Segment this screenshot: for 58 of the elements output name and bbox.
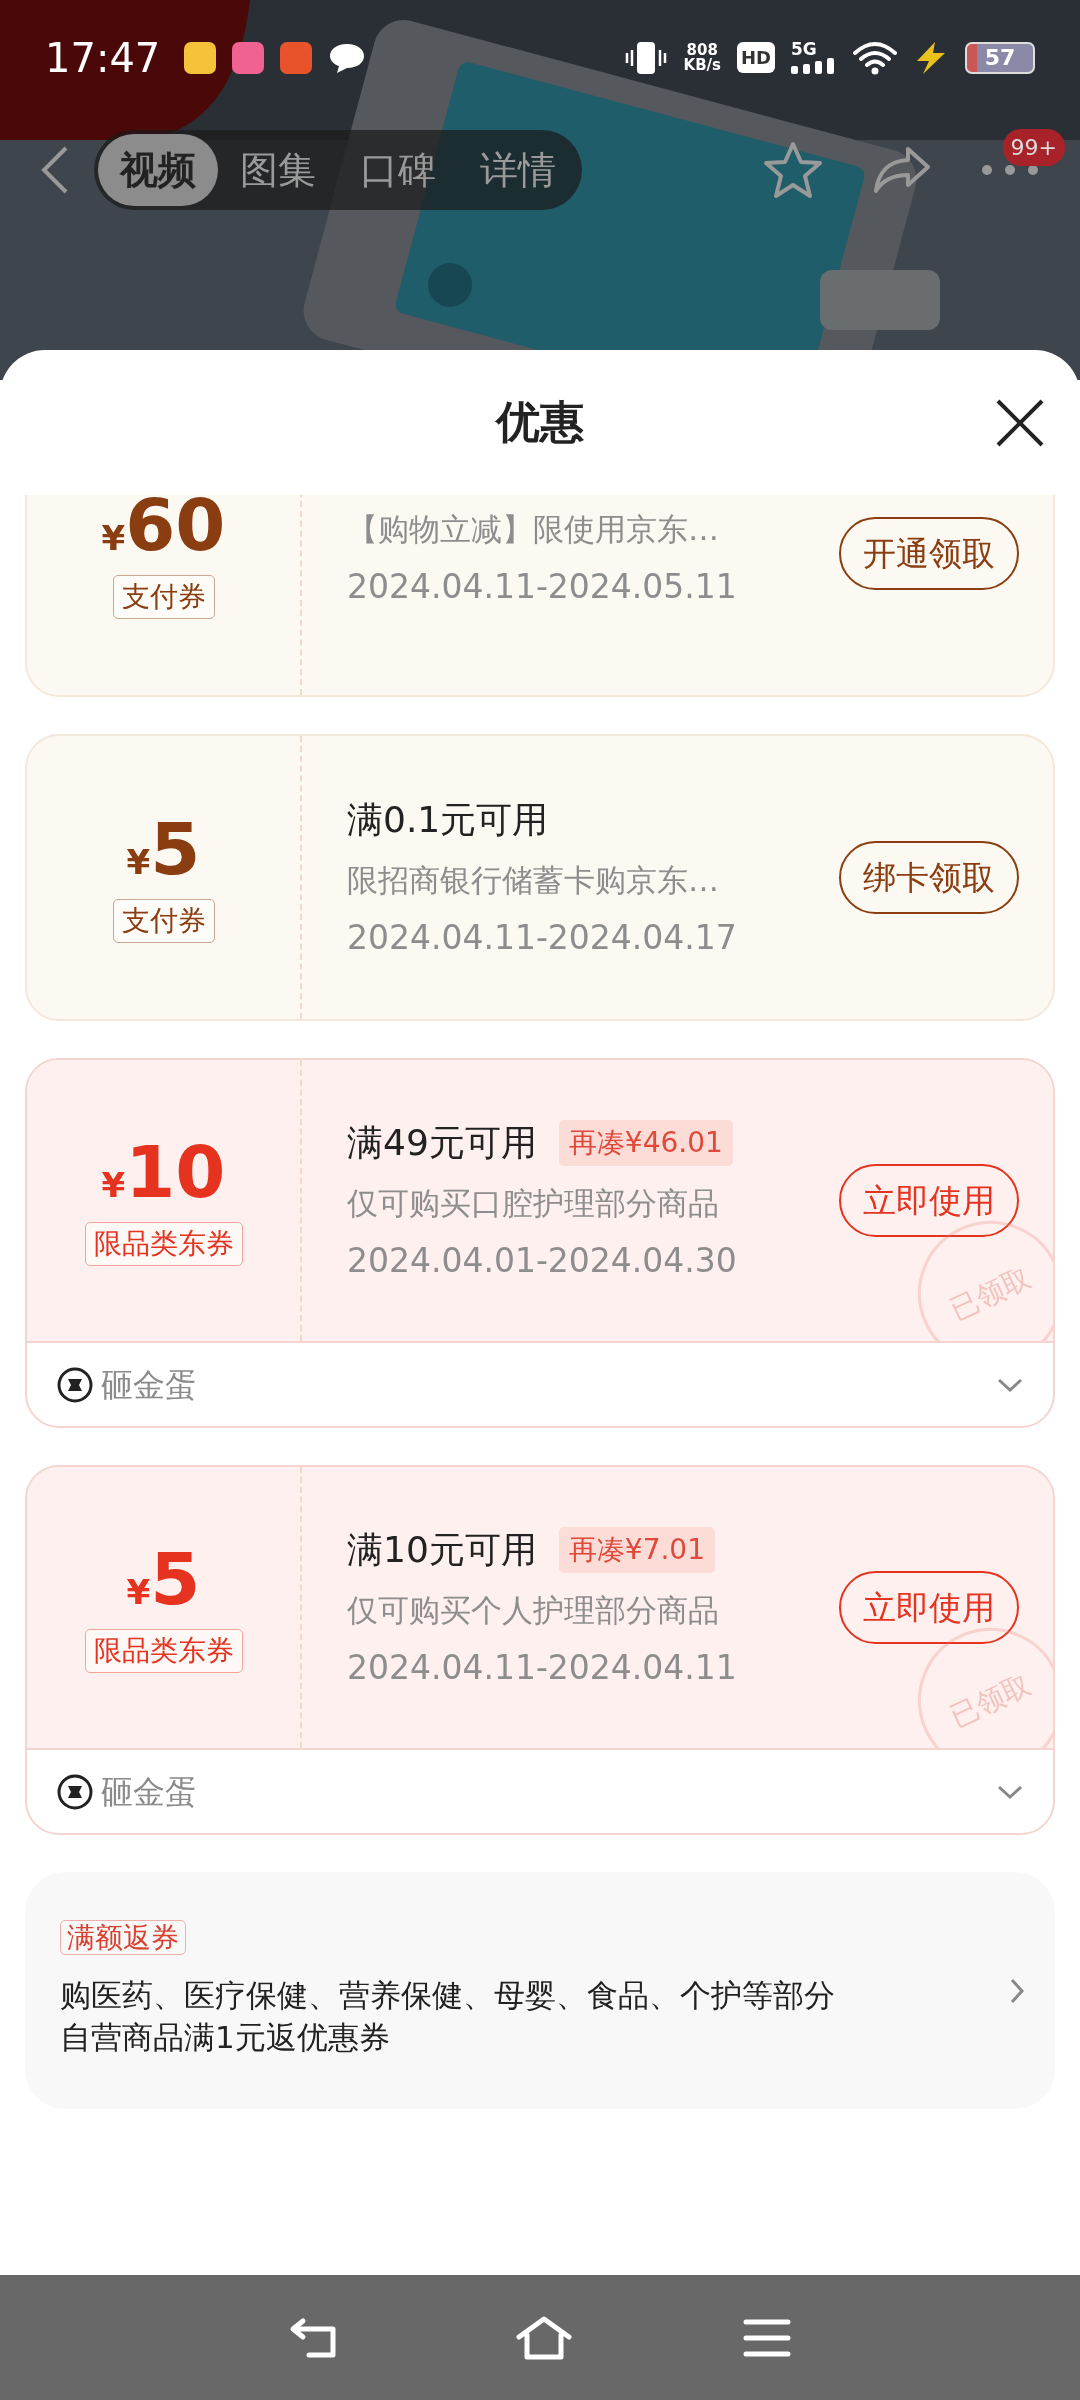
claim-button[interactable]: 开通领取 (839, 516, 1019, 591)
back-icon[interactable] (40, 145, 70, 195)
network-speed: 808 (686, 42, 718, 58)
tab[interactable]: 口碑 (338, 134, 458, 206)
coupon-type-tag: 限品类东券 (84, 1221, 243, 1266)
home-icon[interactable] (515, 2314, 573, 2361)
claim-button[interactable]: 立即使用 (839, 1163, 1019, 1238)
validity-dates: 2024.04.11-2024.04.17 (347, 917, 738, 959)
coupon-description: 限招商银行储蓄卡购京东… (347, 860, 720, 900)
sheet-title: 优惠 (496, 396, 584, 449)
share-icon[interactable] (872, 145, 932, 195)
coupon-condition: 满49元可用 (347, 1120, 537, 1165)
app-icon[interactable] (184, 41, 217, 74)
coupon-type-tag: 限品类东券 (84, 1628, 243, 1673)
coupon-description: 仅可购买口腔护理部分商品 (347, 1183, 720, 1223)
signal-icon (791, 58, 837, 74)
app-icon[interactable] (232, 41, 265, 74)
battery-percent: 57 (984, 44, 1016, 72)
ticket-icon (57, 1773, 93, 1810)
close-button[interactable] (995, 397, 1045, 448)
wifi-icon (853, 40, 897, 75)
ticket-icon (57, 1366, 93, 1403)
vibrate-icon (623, 39, 668, 76)
coupon-type-tag: 支付券 (112, 574, 215, 619)
claim-button[interactable]: 绑卡领取 (839, 840, 1019, 915)
promo-tag: 满额返券 (60, 1920, 186, 1955)
hd-badge: HD (737, 42, 775, 73)
tab[interactable]: 视频 (98, 134, 218, 206)
activity-label: 砸金蛋 (101, 1771, 197, 1813)
coupon-amount: ¥5 (126, 1542, 201, 1615)
coupon-condition: 满10元可用 (347, 1527, 537, 1572)
network-type: 5G (791, 41, 818, 58)
coupon-description: 【购物立减】限使用京东… (347, 509, 720, 549)
coupon-amount: ¥5 (126, 812, 201, 885)
shortfall-tag: 再凑¥46.01 (558, 1119, 733, 1166)
validity-dates: 2024.04.11-2024.05.11 (347, 566, 738, 608)
promo-text: 购医药、医疗保健、营养保健、母婴、食品、个护等部分自营商品满1元返优惠券 (60, 1976, 836, 2057)
clock: 17:47 (45, 33, 161, 83)
validity-dates: 2024.04.01-2024.04.30 (347, 1240, 738, 1282)
chevron-down-icon[interactable] (997, 1376, 1023, 1393)
chevron-right-icon[interactable] (1009, 1977, 1025, 2005)
coupon-condition: 满0.1元可用 (347, 797, 549, 842)
menu-icon[interactable] (743, 2317, 791, 2358)
tab[interactable]: 图集 (218, 134, 338, 206)
coupon-amount: ¥10 (101, 1135, 226, 1208)
coupon-description: 仅可购买个人护理部分商品 (347, 1590, 720, 1630)
validity-dates: 2024.04.11-2024.04.11 (347, 1647, 738, 1689)
claim-button[interactable]: 立即使用 (839, 1570, 1019, 1645)
speed-unit: KB/s (683, 57, 721, 73)
coupon-amount: ¥60 (101, 495, 226, 561)
tab[interactable]: 详情 (458, 134, 578, 206)
chat-icon[interactable] (328, 41, 367, 74)
more-icon[interactable] (980, 163, 1040, 177)
star-icon[interactable] (762, 140, 824, 200)
activity-label: 砸金蛋 (101, 1364, 197, 1406)
coupon-type-tag: 支付券 (112, 898, 215, 943)
shortfall-tag: 再凑¥7.01 (558, 1526, 715, 1573)
chevron-down-icon[interactable] (997, 1783, 1023, 1800)
